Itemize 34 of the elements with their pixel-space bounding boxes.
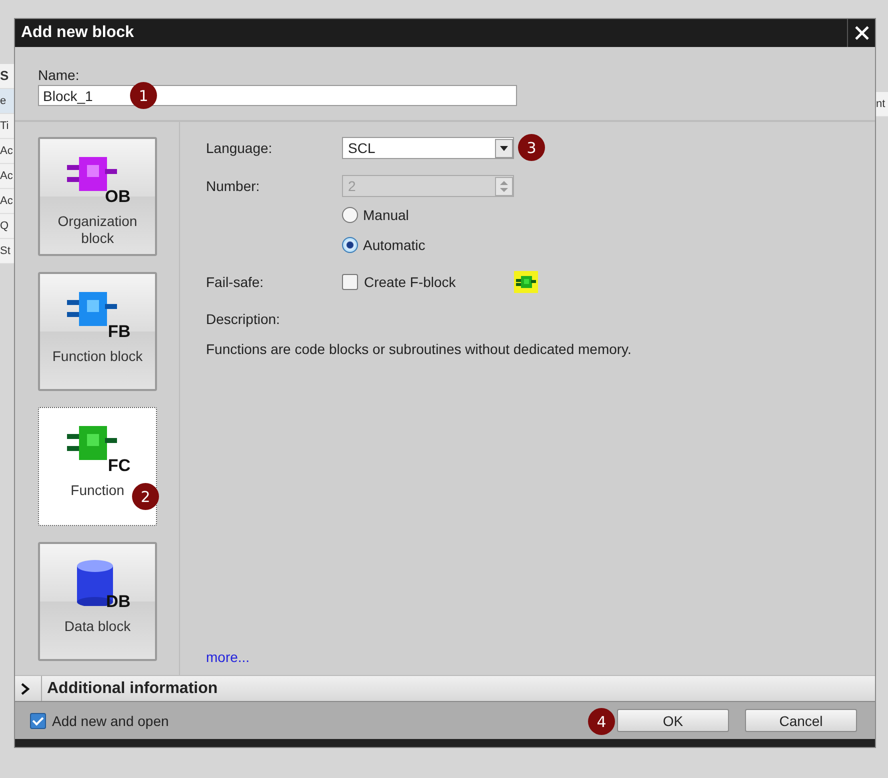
block-icon bbox=[514, 271, 538, 293]
step-badge: 4 bbox=[588, 708, 615, 735]
description-label: Description: bbox=[206, 311, 281, 327]
step-badge: 1 bbox=[130, 82, 157, 109]
radio-button[interactable] bbox=[342, 207, 358, 223]
block-type-button[interactable]: OB Organization block bbox=[38, 137, 157, 256]
block-type-code: DB bbox=[106, 592, 130, 612]
fail-safe-label: Fail-safe: bbox=[206, 274, 265, 290]
radio-label: Automatic bbox=[363, 237, 426, 253]
window-title: Add new block bbox=[20, 24, 134, 42]
checkbox[interactable] bbox=[342, 274, 358, 290]
block-type-code: OB bbox=[105, 187, 130, 207]
checkbox[interactable] bbox=[30, 712, 46, 728]
language-label: Language: bbox=[206, 140, 274, 156]
spinner-arrows-icon bbox=[495, 176, 513, 196]
radio-label: Manual bbox=[363, 207, 409, 223]
description-text: Functions are code blocks or subroutines without dedicated memory. bbox=[206, 341, 632, 357]
table-cell: e bbox=[0, 89, 14, 114]
name-label: Name: bbox=[38, 67, 80, 83]
radio-button[interactable] bbox=[342, 237, 358, 253]
block-type-code: FC bbox=[108, 456, 130, 476]
step-badge: 3 bbox=[518, 134, 545, 161]
dialog-button[interactable]: OK bbox=[617, 709, 729, 732]
block-type-button[interactable]: DB Data block bbox=[38, 542, 157, 661]
number-label: Number: bbox=[206, 178, 261, 194]
more-link[interactable]: more... bbox=[206, 649, 250, 665]
checkbox-label: Create F-block bbox=[364, 274, 456, 290]
block-type-button[interactable]: FB Function block bbox=[38, 272, 157, 391]
language-dropdown[interactable]: SCL bbox=[342, 137, 514, 159]
additional-information-bar[interactable]: Additional information bbox=[15, 675, 875, 702]
close-icon bbox=[854, 25, 870, 41]
dialog-button[interactable]: Cancel bbox=[745, 709, 857, 732]
block-type-code: FB bbox=[108, 322, 130, 342]
checkbox-label: Add new and open bbox=[52, 712, 169, 728]
